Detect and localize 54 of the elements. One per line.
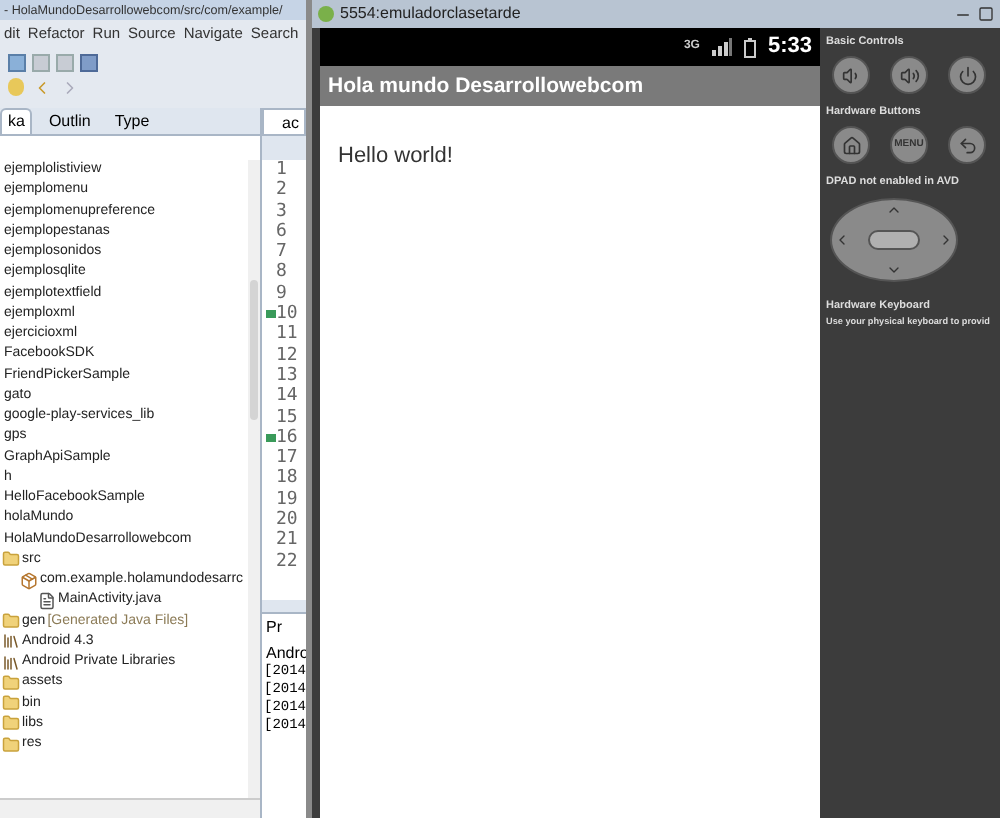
- content-text: Hello world!: [338, 144, 453, 168]
- line-number: 15: [276, 407, 298, 428]
- home-icon: [841, 135, 861, 155]
- power-button[interactable]: [948, 56, 986, 94]
- package-icon: [20, 571, 38, 590]
- folder-icon: [2, 612, 20, 631]
- line-number: 9: [276, 283, 287, 304]
- line-number: 18: [276, 468, 298, 490]
- power-icon: [957, 65, 977, 85]
- line-number: 12: [276, 345, 298, 366]
- horizontal-scrollbar[interactable]: [0, 798, 260, 818]
- editor-tab[interactable]: ac: [262, 108, 306, 136]
- library-icon: [2, 632, 20, 651]
- line-number: 13: [276, 365, 298, 387]
- signal-icon: [711, 38, 732, 56]
- line-number: 20: [276, 510, 298, 531]
- line-number: 21: [276, 530, 298, 552]
- window-title: 5554:emuladorclasetarde: [340, 2, 521, 26]
- line-number: 11: [276, 324, 298, 346]
- view-tab[interactable]: Type: [106, 108, 158, 134]
- line-number: 14: [276, 386, 298, 408]
- view-tab[interactable]: ka: [0, 108, 33, 134]
- maximize-icon[interactable]: [978, 6, 994, 22]
- line-number: 6: [276, 221, 287, 243]
- line-number: 2: [276, 180, 287, 202]
- folder-icon: [2, 550, 20, 569]
- line-number: 8: [276, 262, 287, 284]
- line-number: 7: [276, 242, 287, 263]
- view-tab[interactable]: Outlin: [40, 108, 99, 134]
- speaker-low-icon: [841, 65, 861, 85]
- back-icon: [957, 135, 977, 155]
- file-icon: [38, 591, 56, 610]
- volume-up-button[interactable]: [890, 56, 928, 94]
- folder-icon: [2, 735, 20, 754]
- line-number: 3: [276, 201, 287, 222]
- line-number: 22: [276, 551, 298, 572]
- folder-icon: [2, 714, 20, 733]
- back-button[interactable]: [948, 126, 986, 164]
- app-title: Hola mundo Desarrollowebcom: [320, 66, 820, 106]
- scrollbar[interactable]: [248, 160, 260, 798]
- line-number: 17: [276, 448, 298, 469]
- line-number: 16: [276, 427, 298, 449]
- home-button[interactable]: [832, 126, 870, 164]
- battery-icon: [743, 37, 756, 57]
- folder-icon: [2, 673, 20, 692]
- volume-down-button[interactable]: [832, 56, 870, 94]
- speaker-high-icon: [899, 65, 919, 85]
- clock: 5:33: [767, 32, 812, 63]
- line-number: 10: [276, 304, 298, 325]
- library-icon: [2, 653, 20, 672]
- console-tab[interactable]: Pr: [262, 614, 306, 642]
- line-number: 1: [276, 160, 287, 180]
- folder-icon: [2, 694, 20, 713]
- line-number: 19: [276, 489, 298, 510]
